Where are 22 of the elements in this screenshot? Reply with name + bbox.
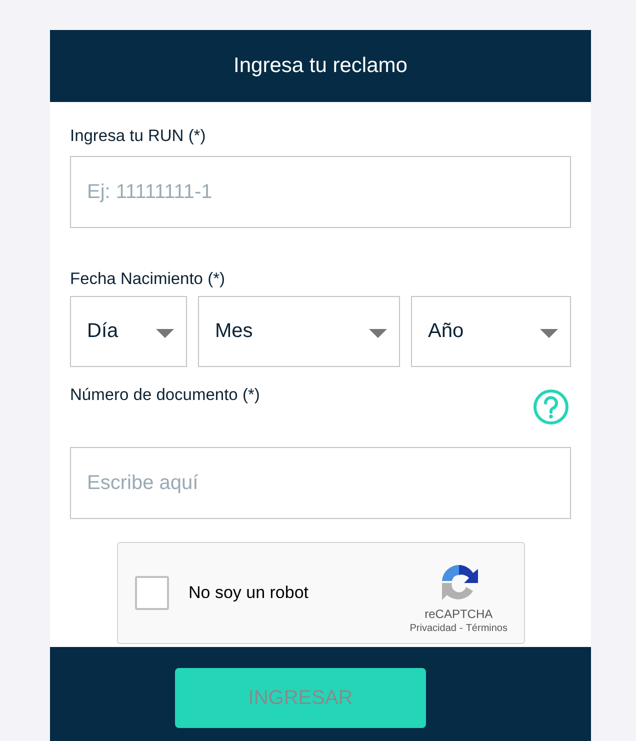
document-input-field[interactable]: Escribe aquí (70, 447, 571, 519)
date-dropdown[interactable]: Año (411, 296, 571, 367)
required-mark: (*) (188, 127, 206, 145)
run-input-field[interactable]: Ej: 11111111-1 (70, 156, 571, 228)
captcha-label: No soy un robot (188, 583, 310, 603)
captcha-brand: reCAPTCHA (424, 606, 493, 620)
field-label: Número de documento (70, 386, 238, 404)
caret-icon (369, 329, 387, 338)
link-separator: - (459, 622, 463, 634)
privacy-link[interactable]: Privacidad (410, 622, 456, 634)
caret-icon (156, 329, 174, 338)
field-label: Fecha Nacimiento (70, 270, 203, 288)
captcha-checkbox[interactable] (134, 576, 168, 610)
required-mark: (*) (208, 270, 225, 288)
field-label: Ingresa tu RUN (70, 127, 184, 145)
date-dropdown[interactable]: Día (70, 296, 187, 367)
form-title: Ingresa tu reclamo (234, 54, 408, 78)
help-icon[interactable] (533, 389, 569, 425)
terms-link[interactable]: Términos (466, 622, 508, 634)
date-dropdown[interactable]: Mes (198, 296, 400, 367)
required-mark: (*) (242, 386, 260, 404)
caret-icon (540, 329, 558, 338)
